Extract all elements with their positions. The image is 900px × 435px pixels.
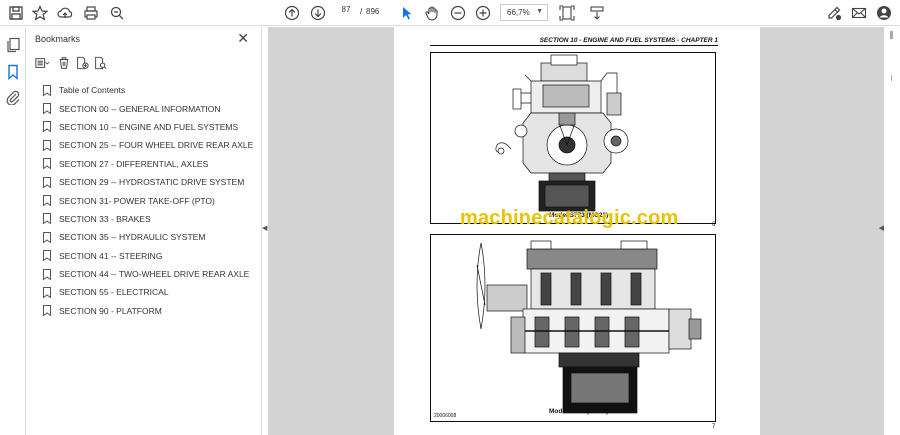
cloud-upload-icon[interactable] — [55, 3, 75, 23]
bookmark-label: SECTION 44 -- TWO-WHEEL DRIVE REAR AXLE — [59, 269, 250, 280]
bookmark-label: SECTION 25 -- FOUR WHEEL DRIVE REAR AXLE — [59, 140, 254, 151]
bookmark-item[interactable]: SECTION 00 -- GENERAL INFORMATION — [43, 99, 258, 117]
bookmark-options-icon[interactable] — [35, 56, 50, 70]
new-bookmark-icon[interactable] — [75, 56, 89, 70]
bookmark-label: SECTION 31- POWER TAKE-OFF (PTO) — [59, 195, 215, 206]
figure-caption: Model S773 (MC22) — [549, 408, 609, 415]
bookmark-item[interactable]: SECTION 25 -- FOUR WHEEL DRIVE REAR AXLE — [43, 136, 258, 154]
left-rail — [0, 27, 26, 435]
bookmark-label: SECTION 55 - ELECTRICAL — [59, 287, 169, 298]
bookmark-item[interactable]: SECTION 44 -- TWO-WHEEL DRIVE REAR AXLE — [43, 265, 258, 283]
figure-number: 6 — [712, 222, 716, 228]
vertical-scrollbar[interactable] — [884, 27, 900, 435]
close-icon[interactable]: ✕ — [237, 30, 249, 47]
hand-tool-icon[interactable] — [422, 3, 442, 23]
bookmark-icon — [43, 231, 51, 243]
engine-side-section-figure — [430, 234, 716, 422]
bookmark-item[interactable]: SECTION 10 -- ENGINE AND FUEL SYSTEMS — [43, 118, 258, 136]
bookmark-icon — [43, 213, 51, 225]
bookmark-label: SECTION 90 - PLATFORM — [59, 305, 162, 316]
find-bookmark-icon[interactable] — [93, 56, 107, 70]
bookmark-list: Table of Contents SECTION 00 -- GENERAL … — [43, 81, 258, 320]
scrollbar-thumb[interactable] — [890, 31, 893, 39]
bookmark-label: SECTION 41 -- STEERING — [59, 250, 163, 261]
total-pages: 896 — [366, 7, 380, 16]
page-header: SECTION 10 - ENGINE AND FUEL SYSTEMS - C… — [430, 37, 718, 46]
bookmark-icon — [43, 195, 51, 207]
bookmarks-panel: Bookmarks ✕ Table of Contents SECTION 00… — [27, 27, 262, 435]
engine-front-section-figure — [430, 52, 716, 224]
page-thumbnails-icon[interactable] — [5, 37, 21, 53]
document-viewer[interactable]: SECTION 10 - ENGINE AND FUEL SYSTEMS - C… — [268, 27, 884, 435]
engine-front-drawing — [495, 54, 629, 212]
star-icon[interactable] — [30, 3, 50, 23]
print-icon[interactable] — [81, 3, 101, 23]
pdf-page: SECTION 10 - ENGINE AND FUEL SYSTEMS - C… — [394, 27, 760, 435]
figure-number: 7 — [712, 424, 716, 430]
zoom-level-dropdown[interactable]: 66,7% ▼ — [500, 4, 548, 21]
next-page-icon[interactable] — [308, 3, 328, 23]
bookmark-label: SECTION 33 - BRAKES — [59, 213, 151, 224]
bookmark-icon — [43, 139, 51, 151]
zoom-out-icon[interactable] — [448, 3, 468, 23]
zoom-search-icon[interactable] — [107, 3, 127, 23]
bookmark-item[interactable]: SECTION 55 - ELECTRICAL — [43, 283, 258, 301]
bookmark-icon — [43, 305, 51, 317]
zoom-in-icon[interactable] — [473, 3, 493, 23]
bookmark-label: SECTION 27 - DIFFERENTIAL, AXLES — [59, 158, 209, 169]
select-cursor-icon[interactable] — [397, 3, 417, 23]
bookmark-item[interactable]: SECTION 33 - BRAKES — [43, 210, 258, 228]
bookmark-icon — [43, 250, 51, 262]
collapse-panel-handle[interactable]: ◀ — [262, 224, 267, 232]
bookmark-item[interactable]: SECTION 27 - DIFFERENTIAL, AXLES — [43, 155, 258, 173]
top-toolbar: 87 / 896 66,7% ▼ — [0, 0, 900, 26]
bookmark-label: Table of Contents — [59, 85, 126, 96]
bookmark-icon — [43, 158, 51, 170]
bookmark-icon — [43, 176, 51, 188]
delete-bookmark-icon[interactable] — [57, 56, 71, 70]
chevron-down-icon: ▼ — [536, 8, 543, 15]
bookmark-icon — [43, 286, 51, 298]
scroll-mode-icon[interactable] — [587, 3, 607, 23]
mail-icon[interactable] — [849, 3, 869, 23]
bookmark-label: SECTION 10 -- ENGINE AND FUEL SYSTEMS — [59, 121, 239, 132]
previous-page-icon[interactable] — [282, 3, 302, 23]
bookmarks-panel-title: Bookmarks — [35, 34, 81, 44]
bookmark-icon — [43, 103, 51, 115]
bookmark-item[interactable]: SECTION 90 - PLATFORM — [43, 302, 258, 320]
bookmark-item[interactable]: SECTION 31- POWER TAKE-OFF (PTO) — [43, 191, 258, 209]
page-fit-icon[interactable] — [557, 3, 577, 23]
watermark-text: machinecatalogic.com — [460, 207, 679, 229]
save-icon[interactable] — [6, 3, 26, 23]
account-icon[interactable] — [874, 3, 894, 23]
bookmark-icon — [43, 121, 51, 133]
bookmark-icon — [43, 268, 51, 280]
engine-side-drawing — [476, 240, 702, 414]
bookmark-item[interactable]: SECTION 35 -- HYDRAULIC SYSTEM — [43, 228, 258, 246]
attachment-icon[interactable] — [5, 89, 21, 106]
page-separator: / — [360, 7, 363, 16]
bookmark-label: SECTION 35 -- HYDRAULIC SYSTEM — [59, 232, 206, 243]
bookmark-panel-icon[interactable] — [5, 64, 21, 81]
bookmark-icon — [43, 84, 51, 96]
scroll-marker — [891, 75, 892, 81]
zoom-level-value: 66,7% — [507, 8, 530, 17]
bookmark-label: SECTION 29 -- HYDROSTATIC DRIVE SYSTEM — [59, 177, 245, 188]
fill-sign-icon[interactable] — [824, 3, 844, 23]
bookmark-label: SECTION 00 -- GENERAL INFORMATION — [59, 103, 221, 114]
figure-code: 20006008 — [434, 413, 457, 419]
bookmark-item[interactable]: SECTION 41 -- STEERING — [43, 247, 258, 265]
bookmark-item[interactable]: Table of Contents — [43, 81, 258, 99]
bookmark-item[interactable]: SECTION 29 -- HYDROSTATIC DRIVE SYSTEM — [43, 173, 258, 191]
page-number-input[interactable]: 87 — [334, 5, 358, 21]
